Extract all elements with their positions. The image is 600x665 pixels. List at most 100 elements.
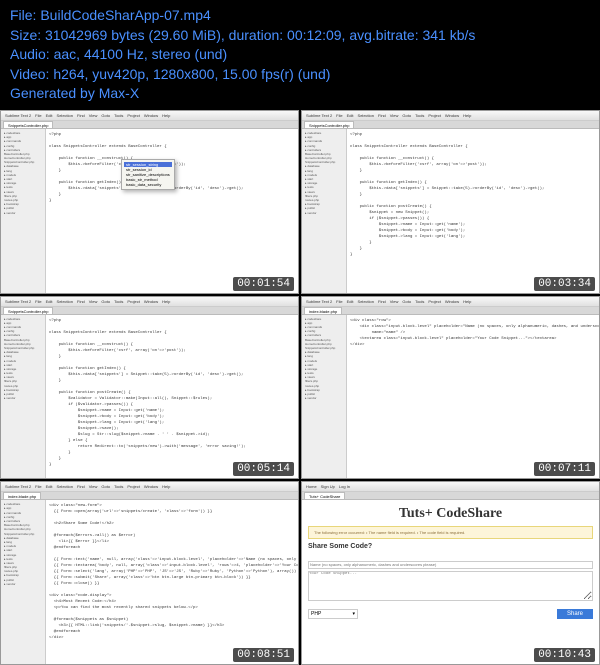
menu-item[interactable]: Find bbox=[77, 484, 85, 489]
menu-item[interactable]: File bbox=[336, 299, 342, 304]
menubar[interactable]: Sublime Text 2 File Edit Selection Find ViewG… bbox=[1, 482, 298, 492]
menu-item[interactable]: Find bbox=[378, 113, 386, 118]
menu-item[interactable]: Goto bbox=[101, 484, 110, 489]
menu-item[interactable]: Find bbox=[378, 299, 386, 304]
editor-tab[interactable]: index.blade.php bbox=[304, 307, 342, 314]
autocomplete-popup[interactable]: str_session_stringstr_session_idstr_sani… bbox=[121, 159, 175, 190]
menu-item[interactable]: Tools bbox=[114, 299, 123, 304]
menu-item[interactable]: Help bbox=[463, 113, 471, 118]
menu-item[interactable]: Edit bbox=[347, 113, 354, 118]
menu-item[interactable]: Sublime Text 2 bbox=[306, 113, 332, 118]
tabbar[interactable]: SnippetsController.php bbox=[1, 307, 298, 315]
nav-link[interactable]: Log In bbox=[339, 484, 350, 489]
sidebar-item[interactable]: ▸ vendor bbox=[304, 211, 344, 215]
tabbar[interactable]: index.blade.php bbox=[1, 492, 298, 500]
autocomplete-item[interactable]: basic_data_security bbox=[124, 182, 172, 187]
menu-item[interactable]: Window bbox=[144, 299, 158, 304]
menu-item[interactable]: File bbox=[35, 299, 41, 304]
browser-tab[interactable]: Tuts+ CodeShare bbox=[304, 492, 345, 499]
editor-tab[interactable]: index.blade.php bbox=[3, 492, 41, 499]
menu-item[interactable]: Edit bbox=[46, 299, 53, 304]
menu-item[interactable]: Selection bbox=[57, 484, 73, 489]
menu-item[interactable]: Selection bbox=[358, 299, 374, 304]
tabbar[interactable]: SnippetsController.php bbox=[1, 121, 298, 129]
menu-item[interactable]: Help bbox=[162, 484, 170, 489]
code-editor[interactable]: <?php class SnippetsController extends B… bbox=[46, 315, 298, 479]
sidebar-item[interactable]: ▸ vendor bbox=[3, 396, 43, 400]
menu-item[interactable]: Tools bbox=[415, 299, 424, 304]
code-editor[interactable]: <div class="row"> <div class="input-bloc… bbox=[347, 315, 599, 479]
menu-item[interactable]: File bbox=[35, 484, 41, 489]
file-sidebar[interactable]: ▸ codeshare▸ app▸ commands▸ config▸ cont… bbox=[302, 129, 347, 293]
menu-item[interactable]: Project bbox=[428, 113, 440, 118]
menu-item[interactable]: Window bbox=[144, 113, 158, 118]
menu-item[interactable]: Sublime Text 2 bbox=[5, 113, 31, 118]
editor-tab[interactable]: SnippetsController.php bbox=[3, 307, 53, 314]
menu-item[interactable]: Tools bbox=[114, 484, 123, 489]
menu-item[interactable]: View bbox=[89, 484, 98, 489]
code-textarea[interactable] bbox=[308, 571, 593, 601]
menu-item[interactable]: Sublime Text 2 bbox=[306, 299, 332, 304]
menu-item[interactable]: Find bbox=[77, 113, 85, 118]
menu-item[interactable]: Find bbox=[77, 299, 85, 304]
thumbnail-grid: Sublime Text 2FileEditSelectionFindViewG… bbox=[0, 110, 600, 665]
editor-tab[interactable]: SnippetsController.php bbox=[3, 121, 53, 128]
menu-item[interactable]: Goto bbox=[101, 113, 110, 118]
code-editor[interactable]: <?php class SnippetsController extends B… bbox=[46, 129, 298, 293]
menu-item[interactable]: Help bbox=[463, 299, 471, 304]
menu-item[interactable]: Selection bbox=[57, 113, 73, 118]
lang-select[interactable]: PHP▾ bbox=[308, 609, 358, 619]
menu-item[interactable]: Help bbox=[162, 299, 170, 304]
code-editor[interactable]: <?php class SnippetsController extends B… bbox=[347, 129, 599, 293]
sidebar-item[interactable]: ▸ vendor bbox=[304, 396, 344, 400]
menu-item[interactable]: Project bbox=[127, 484, 139, 489]
menu-item[interactable]: Window bbox=[445, 299, 459, 304]
file-sidebar[interactable]: ▸ codeshare▸ app▸ commands▸ config▸ cont… bbox=[1, 500, 46, 664]
menu-item[interactable]: Tools bbox=[114, 113, 123, 118]
browser-tabbar[interactable]: Tuts+ CodeShare bbox=[302, 492, 599, 500]
share-button[interactable]: Share bbox=[557, 609, 593, 619]
menu-item[interactable]: Edit bbox=[46, 113, 53, 118]
menu-item[interactable]: Edit bbox=[347, 299, 354, 304]
tabbar[interactable]: index.blade.php bbox=[302, 307, 599, 315]
menu-item[interactable]: View bbox=[390, 299, 399, 304]
menu-item[interactable]: View bbox=[89, 113, 98, 118]
menu-item[interactable]: Window bbox=[445, 113, 459, 118]
sidebar-item[interactable]: ▸ vendor bbox=[3, 211, 43, 215]
menu-item[interactable]: File bbox=[336, 113, 342, 118]
code-editor[interactable]: <div class="new-form"> {{ Form::open(arr… bbox=[46, 500, 298, 664]
menu-item[interactable]: Selection bbox=[57, 299, 73, 304]
tabbar[interactable]: SnippetsController.php bbox=[302, 121, 599, 129]
file-sidebar[interactable]: ▸ codeshare▸ app▸ commands▸ config▸ cont… bbox=[1, 129, 46, 293]
timestamp: 00:07:11 bbox=[534, 462, 595, 476]
menu-item[interactable]: View bbox=[89, 299, 98, 304]
menu-item[interactable]: Tools bbox=[415, 113, 424, 118]
menu-item[interactable]: Help bbox=[162, 113, 170, 118]
nav-link[interactable]: Home bbox=[306, 484, 317, 489]
nav-link[interactable]: Sign Up bbox=[321, 484, 335, 489]
timestamp: 00:01:54 bbox=[233, 277, 294, 291]
menu-item[interactable]: File bbox=[35, 113, 41, 118]
sidebar-item[interactable]: ▸ vendor bbox=[3, 582, 43, 586]
menubar[interactable]: Sublime Text 2 File Edit Selection Find ViewG… bbox=[302, 297, 599, 307]
file-sidebar[interactable]: ▸ codeshare▸ app▸ commands▸ config▸ cont… bbox=[302, 315, 347, 479]
menu-item[interactable]: Goto bbox=[402, 299, 411, 304]
menu-item[interactable]: Goto bbox=[402, 113, 411, 118]
menu-item[interactable]: Window bbox=[144, 484, 158, 489]
menubar[interactable]: Sublime Text 2 File Edit Selection Find ViewG… bbox=[1, 111, 298, 121]
menu-item[interactable]: Goto bbox=[101, 299, 110, 304]
menu-item[interactable]: Edit bbox=[46, 484, 53, 489]
menu-item[interactable]: View bbox=[390, 113, 399, 118]
file-sidebar[interactable]: ▸ codeshare▸ app▸ commands▸ config▸ cont… bbox=[1, 315, 46, 479]
menubar[interactable]: Sublime Text 2 File Edit Selection Find ViewG… bbox=[1, 297, 298, 307]
menu-item[interactable]: Project bbox=[127, 113, 139, 118]
menu-item[interactable]: Selection bbox=[358, 113, 374, 118]
menu-item[interactable]: Sublime Text 2 bbox=[5, 299, 31, 304]
editor-tab[interactable]: SnippetsController.php bbox=[304, 121, 354, 128]
browser-toolbar[interactable]: Home Sign Up Log In bbox=[302, 482, 599, 492]
name-input[interactable] bbox=[308, 561, 593, 569]
menubar[interactable]: Sublime Text 2 File Edit Selection Find ViewG… bbox=[302, 111, 599, 121]
menu-item[interactable]: Project bbox=[127, 299, 139, 304]
menu-item[interactable]: Sublime Text 2 bbox=[5, 484, 31, 489]
menu-item[interactable]: Project bbox=[428, 299, 440, 304]
